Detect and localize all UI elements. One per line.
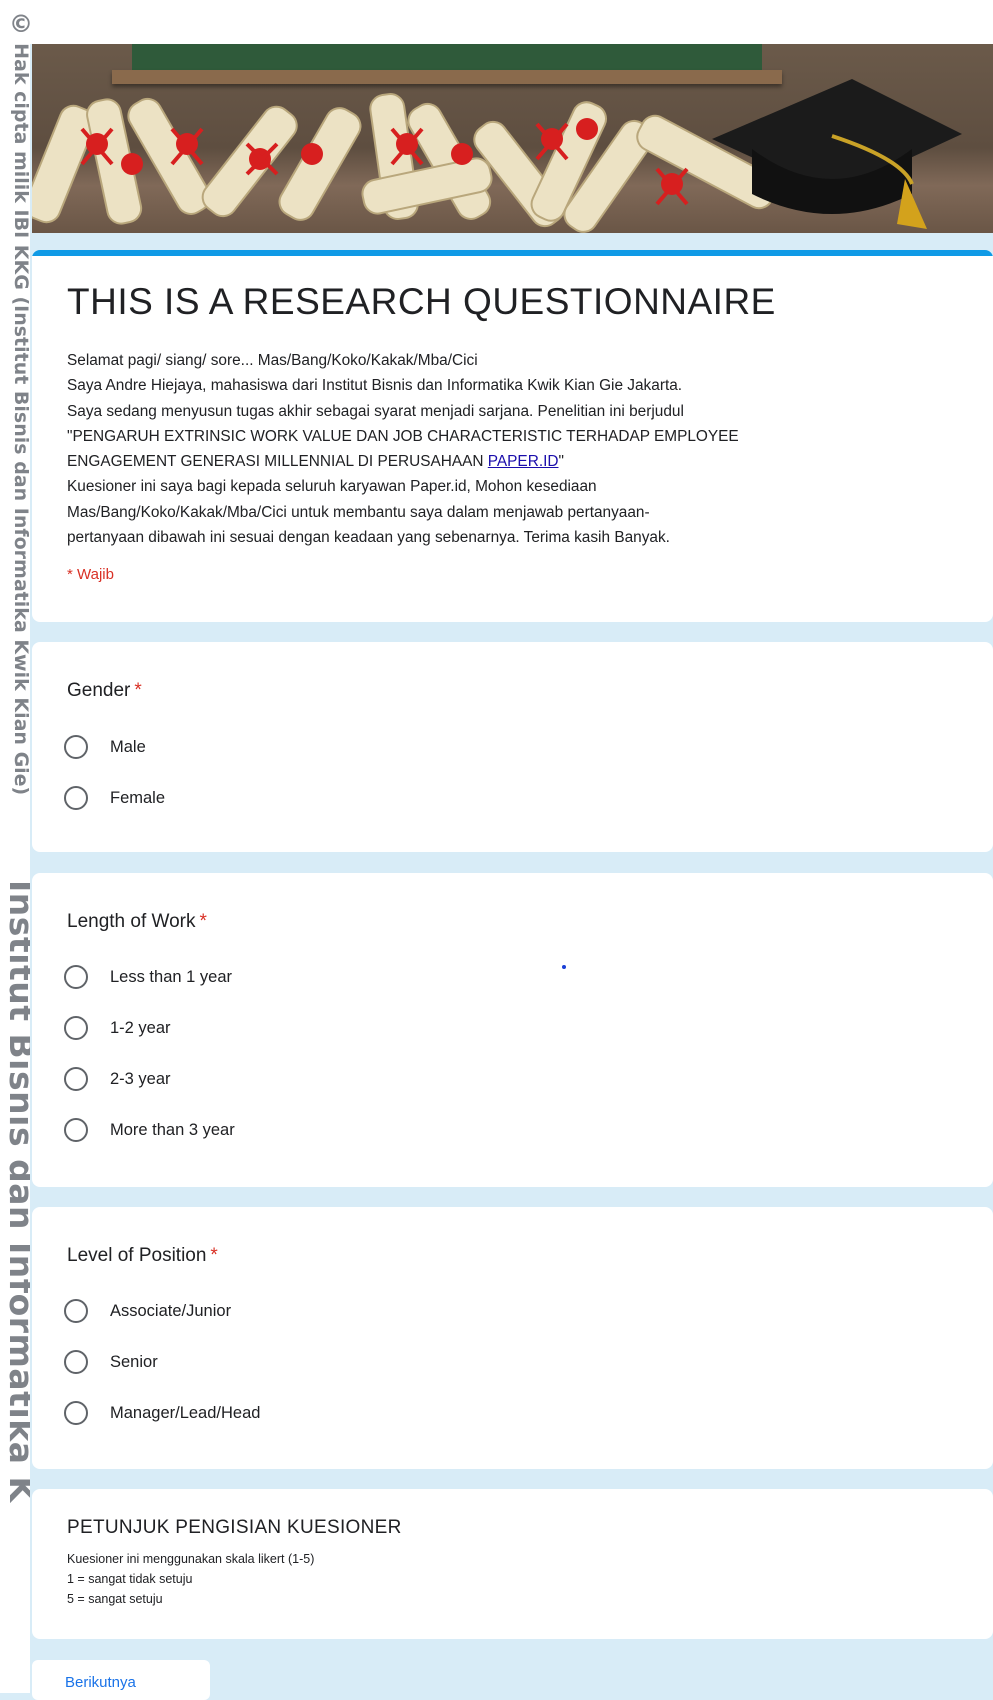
question-card-level-of-position: Level of Position * Associate/Junior Seni…	[32, 1207, 993, 1469]
radio-button[interactable]	[64, 1401, 88, 1425]
radio-option-1-2-year[interactable]: 1-2 year	[64, 1013, 171, 1043]
header-graduation-image	[32, 44, 993, 233]
question-title: Length of Work *	[67, 911, 207, 933]
required-asterisk: *	[134, 680, 142, 701]
form-title: THIS IS A RESEARCH QUESTIONNAIRE	[67, 281, 776, 322]
instructions-line: 1 = sangat tidak setuju	[67, 1572, 193, 1586]
radio-option-less-than-1-year[interactable]: Less than 1 year	[64, 962, 232, 992]
description-line: "PENGARUH EXTRINSIC WORK VALUE DAN JOB C…	[67, 427, 739, 445]
option-label: Associate/Junior	[110, 1301, 232, 1320]
radio-option-senior[interactable]: Senior	[64, 1347, 158, 1377]
description-line: Selamat pagi/ siang/ sore... Mas/Bang/Ko…	[67, 352, 478, 369]
copyright-watermark: © Hak cipta milik IBI KKG (Institut Bisn…	[0, 0, 30, 1693]
copyright-icon: ©	[7, 10, 30, 38]
description-line-with-link: ENGAGEMENT GENERASI MILLENNIAL DI PERUSA…	[67, 449, 957, 474]
option-label: More than 3 year	[110, 1120, 235, 1139]
radio-option-male[interactable]: Male	[64, 732, 146, 762]
radio-button[interactable]	[64, 1067, 88, 1091]
description-line: Mas/Bang/Koko/Kakak/Mba/Cici untuk memba…	[67, 503, 650, 521]
radio-option-manager-lead-head[interactable]: Manager/Lead/Head	[64, 1398, 260, 1428]
form-description: Selamat pagi/ siang/ sore... Mas/Bang/Ko…	[67, 348, 957, 550]
radio-button[interactable]	[64, 1350, 88, 1374]
question-title-text: Length of Work	[67, 911, 196, 932]
required-asterisk: *	[199, 911, 207, 932]
description-line: ENGAGEMENT GENERASI MILLENNIAL DI PERUSA…	[67, 453, 488, 471]
radio-button[interactable]	[64, 786, 88, 810]
required-asterisk: *	[210, 1245, 218, 1266]
instructions-card: PETUNJUK PENGISIAN KUESIONER Kuesioner i…	[32, 1489, 993, 1639]
instructions-line: 5 = sangat setuju	[67, 1592, 163, 1606]
form-header-card: THIS IS A RESEARCH QUESTIONNAIRE Selamat…	[32, 256, 993, 622]
watermark-small-text: Hak cipta milik IBI KKG (Institut Bisnis…	[10, 43, 30, 796]
radio-option-2-3-year[interactable]: 2-3 year	[64, 1064, 171, 1094]
instructions-line: Kuesioner ini menggunakan skala likert (…	[67, 1552, 315, 1566]
question-card-length-of-work: Length of Work * Less than 1 year 1-2 yea…	[32, 873, 993, 1187]
option-label: Male	[110, 737, 146, 756]
watermark-big-text: Institut Bisnis dan Informatika K	[2, 880, 30, 1503]
radio-button[interactable]	[64, 1299, 88, 1323]
question-title: Level of Position *	[67, 1245, 218, 1267]
question-title: Gender *	[67, 680, 142, 702]
option-label: 2-3 year	[110, 1069, 171, 1088]
description-line: Saya Andre Hiejaya, mahasiswa dari Insti…	[67, 377, 683, 395]
question-title-text: Gender	[67, 680, 131, 701]
radio-button[interactable]	[64, 1118, 88, 1142]
paper-id-link[interactable]: PAPER.ID	[488, 453, 559, 470]
top-margin	[30, 0, 993, 44]
question-card-gender: Gender * Male Female	[32, 642, 993, 852]
description-line: pertanyaan dibawah ini sesuai dengan kea…	[67, 529, 670, 547]
radio-button[interactable]	[64, 965, 88, 989]
stray-dot	[562, 965, 566, 969]
radio-button[interactable]	[64, 735, 88, 759]
next-button[interactable]: Berikutnya	[32, 1660, 210, 1700]
radio-option-female[interactable]: Female	[64, 783, 165, 813]
option-label: 1-2 year	[110, 1018, 171, 1037]
question-title-text: Level of Position	[67, 1245, 207, 1266]
description-line: Kuesioner ini saya bagi kepada seluruh k…	[67, 478, 597, 496]
description-line: Saya sedang menyusun tugas akhir sebagai…	[67, 402, 684, 420]
instructions-title: PETUNJUK PENGISIAN KUESIONER	[67, 1517, 402, 1538]
diploma-scrolls-illustration	[32, 79, 962, 233]
option-label: Less than 1 year	[110, 967, 232, 986]
radio-option-more-than-3-year[interactable]: More than 3 year	[64, 1115, 235, 1145]
description-quote: "	[558, 453, 564, 471]
radio-option-associate-junior[interactable]: Associate/Junior	[64, 1296, 231, 1326]
instructions-text: Kuesioner ini menggunakan skala likert (…	[67, 1549, 314, 1609]
required-note: * Wajib	[67, 566, 114, 583]
option-label: Female	[110, 788, 166, 807]
radio-button[interactable]	[64, 1016, 88, 1040]
option-label: Manager/Lead/Head	[110, 1403, 261, 1422]
option-label: Senior	[110, 1352, 158, 1371]
